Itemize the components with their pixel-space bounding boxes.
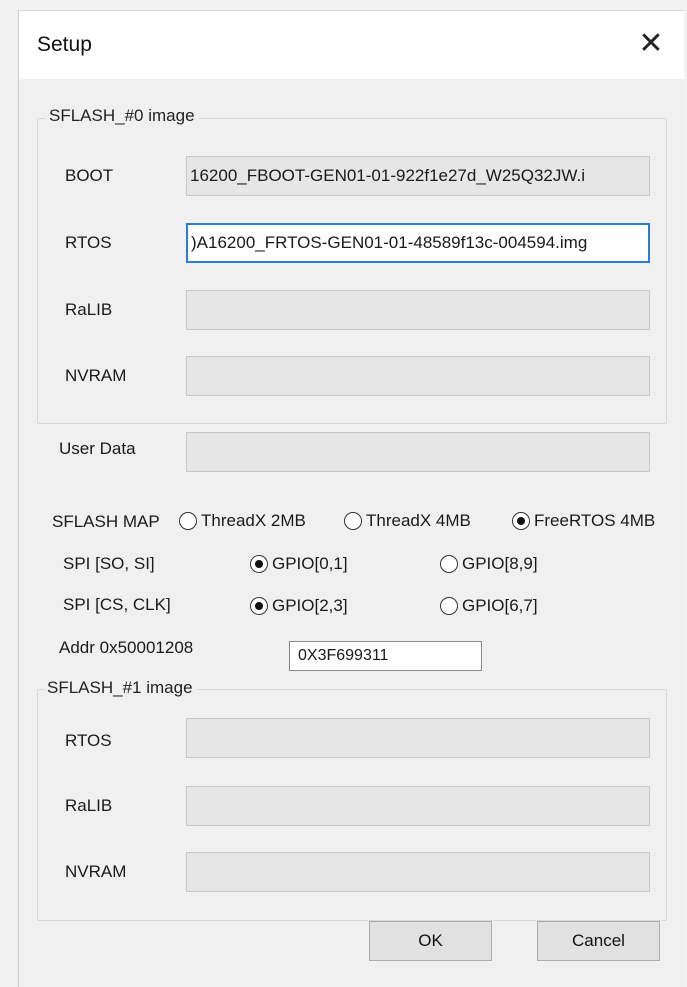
radio-freertos-4mb[interactable]: FreeRTOS 4MB [512, 511, 655, 531]
setup-dialog: Setup ✕ SFLASH_#0 image BOOT 16200_FBOOT… [18, 10, 684, 987]
radio-gpio-8-9[interactable]: GPIO[8,9] [440, 554, 538, 574]
radio-circle [440, 597, 458, 615]
spi-cs-clk-label: SPI [CS, CLK] [63, 595, 171, 614]
title-bar: Setup ✕ [19, 11, 684, 79]
spi-so-si-label: SPI [SO, SI] [63, 554, 155, 573]
addr-label: Addr 0x50001208 [59, 638, 194, 657]
nvram1-field[interactable] [186, 852, 650, 892]
radio-label: FreeRTOS 4MB [534, 511, 656, 530]
radio-circle [179, 512, 197, 530]
radio-label: ThreadX 2MB [201, 511, 306, 530]
boot-field[interactable]: 16200_FBOOT-GEN01-01-922f1e27d_W25Q32JW.… [186, 156, 650, 196]
addr-field[interactable]: 0X3F699311 [289, 641, 482, 671]
ralib1-label: RaLIB [65, 796, 113, 815]
boot-label: BOOT [65, 166, 114, 185]
radio-circle-selected [250, 597, 268, 615]
rtos1-field[interactable] [186, 718, 650, 758]
sflash1-legend: SFLASH_#1 image [45, 678, 197, 698]
radio-gpio-2-3[interactable]: GPIO[2,3] [250, 596, 348, 616]
radio-threadx-2mb[interactable]: ThreadX 2MB [179, 511, 306, 531]
close-icon: ✕ [638, 26, 664, 60]
radio-gpio-0-1[interactable]: GPIO[0,1] [250, 554, 348, 574]
sflash-map-label: SFLASH MAP [52, 512, 160, 531]
user-data-field[interactable] [186, 432, 650, 472]
ralib-label: RaLIB [65, 300, 113, 319]
radio-threadx-4mb[interactable]: ThreadX 4MB [344, 511, 471, 531]
radio-label: ThreadX 4MB [366, 511, 471, 530]
radio-circle [344, 512, 362, 530]
window-title: Setup [37, 33, 92, 56]
radio-circle-selected [250, 555, 268, 573]
rtos-label: RTOS [65, 233, 112, 252]
ok-button[interactable]: OK [369, 921, 492, 961]
radio-label: GPIO[2,3] [272, 596, 348, 615]
radio-label: GPIO[0,1] [272, 554, 348, 573]
cancel-button[interactable]: Cancel [537, 921, 660, 961]
nvram1-label: NVRAM [65, 862, 127, 881]
user-data-label: User Data [59, 439, 136, 458]
rtos-field[interactable]: )A16200_FRTOS-GEN01-01-48589f13c-004594.… [186, 223, 650, 263]
ralib-field[interactable] [186, 290, 650, 330]
ralib1-field[interactable] [186, 786, 650, 826]
close-button[interactable]: ✕ [631, 23, 671, 63]
nvram-field[interactable] [186, 356, 650, 396]
sflash0-legend: SFLASH_#0 image [45, 106, 199, 126]
radio-circle-selected [512, 512, 530, 530]
radio-label: GPIO[6,7] [462, 596, 538, 615]
radio-circle [440, 555, 458, 573]
radio-gpio-6-7[interactable]: GPIO[6,7] [440, 596, 538, 616]
rtos1-label: RTOS [65, 731, 112, 750]
nvram-label: NVRAM [65, 366, 127, 385]
radio-label: GPIO[8,9] [462, 554, 538, 573]
